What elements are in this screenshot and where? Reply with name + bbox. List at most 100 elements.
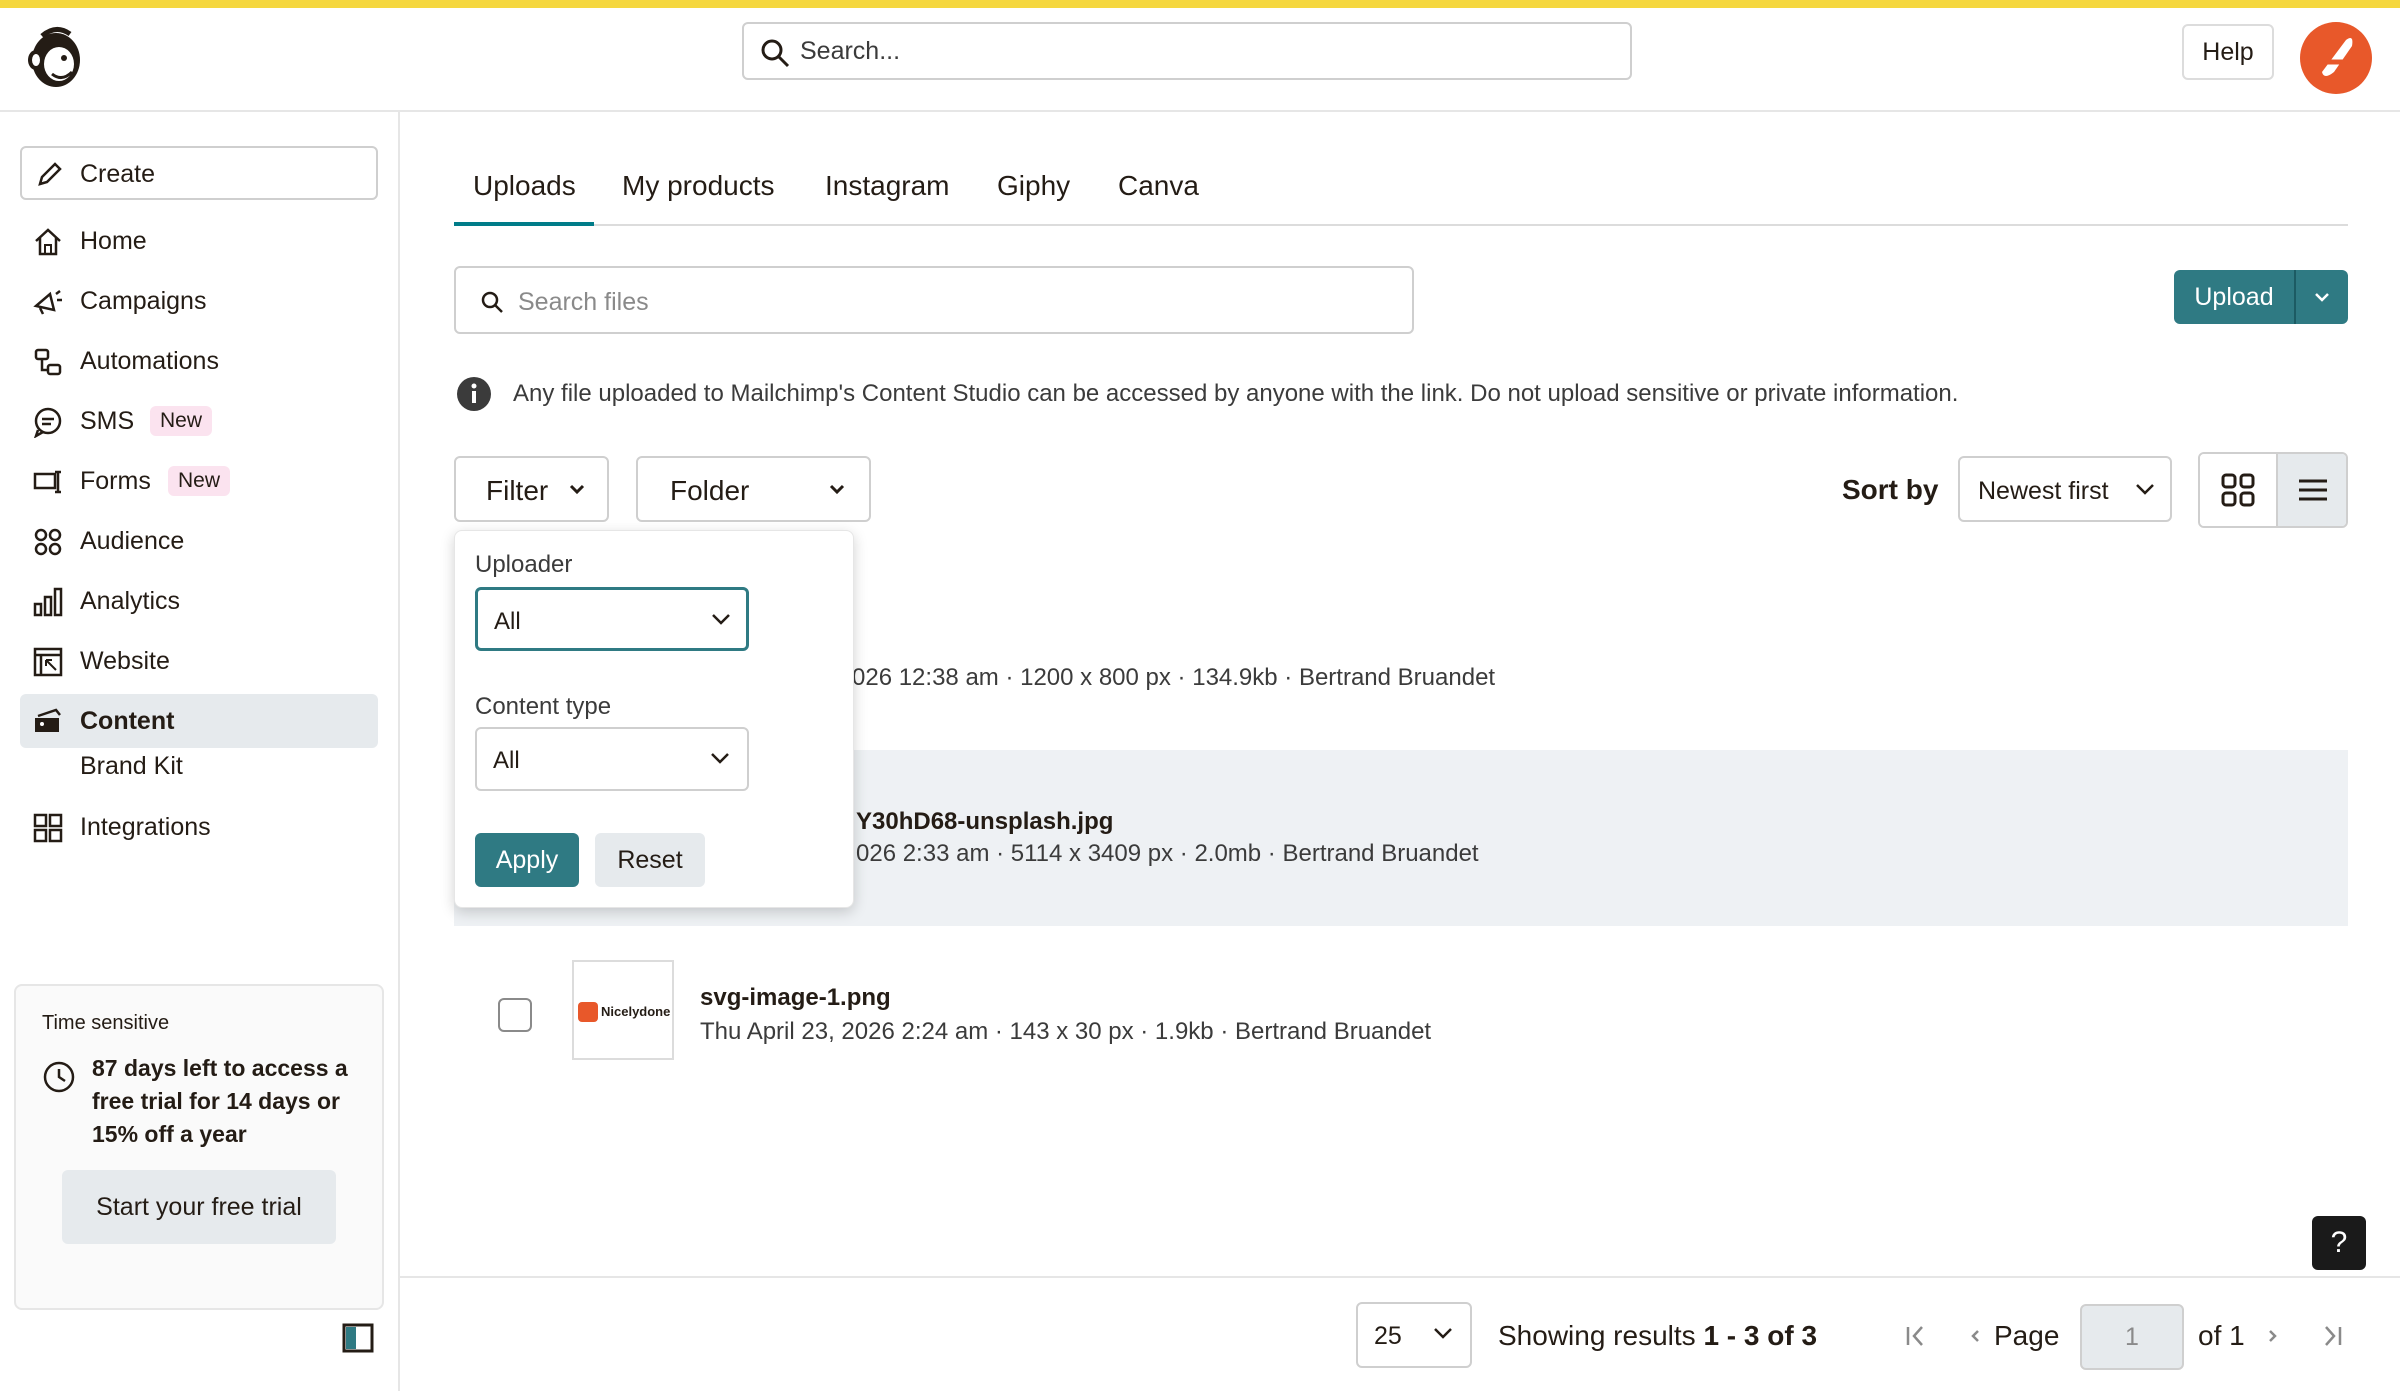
last-page-icon[interactable]: [2320, 1322, 2344, 1350]
sidebar-item-website[interactable]: Website: [20, 634, 378, 688]
row-checkbox[interactable]: [498, 998, 532, 1032]
sidebar-item-automations[interactable]: Automations: [20, 334, 378, 388]
sidebar-item-label: Integrations: [80, 813, 211, 841]
sort-select[interactable]: Newest first: [1958, 456, 2172, 522]
info-icon: [456, 376, 492, 412]
trial-message: 87 days left to access a free trial for …: [92, 1055, 348, 1147]
filter-button[interactable]: Filter: [454, 456, 609, 522]
chevron-down-icon: [2315, 293, 2329, 302]
start-free-trial-button[interactable]: Start your free trial: [62, 1170, 336, 1244]
page-number-input[interactable]: 1: [2080, 1304, 2184, 1370]
account-avatar[interactable]: [2300, 22, 2372, 94]
active-tab-indicator: [454, 222, 594, 226]
results-range: 1 - 3 of 3: [1703, 1320, 1818, 1351]
page-total: of 1: [2198, 1320, 2245, 1351]
file-search-placeholder: Search files: [518, 288, 649, 316]
forms-icon: [32, 466, 64, 498]
new-badge: New: [168, 466, 231, 496]
sidebar-item-integrations[interactable]: Integrations: [20, 800, 378, 854]
analytics-icon: [32, 586, 64, 618]
sms-icon: [32, 406, 64, 438]
sidebar-item-label: Content: [80, 707, 175, 735]
apply-button[interactable]: Apply: [475, 833, 579, 887]
sidebar-item-home[interactable]: Home: [20, 214, 378, 268]
tab-giphy[interactable]: Giphy: [997, 170, 1070, 202]
sidebar-item-sms[interactable]: SMS New: [20, 394, 378, 448]
folder-label: Folder: [670, 475, 750, 506]
previous-page-icon[interactable]: [1968, 1322, 1982, 1350]
page-label: Page: [1994, 1320, 2060, 1351]
mailchimp-logo-icon[interactable]: [22, 22, 86, 92]
content-type-select[interactable]: All: [475, 727, 749, 791]
top-accent-bar: [0, 0, 2400, 8]
file-name[interactable]: Y30hD68-unsplash.jpg: [856, 808, 1113, 836]
sidebar-item-label: Forms: [80, 467, 151, 495]
audience-icon: [32, 526, 64, 558]
tab-uploads[interactable]: Uploads: [473, 170, 576, 202]
trial-kicker: Time sensitive: [42, 1012, 170, 1034]
sidebar-item-label: Website: [80, 647, 170, 675]
sidebar-item-audience[interactable]: Audience: [20, 514, 378, 568]
help-button[interactable]: Help: [2182, 24, 2274, 80]
tab-my-products[interactable]: My products: [622, 170, 775, 202]
uploader-label: Uploader: [475, 551, 573, 578]
sidebar-item-campaigns[interactable]: Campaigns: [20, 274, 378, 328]
sidebar-item-forms[interactable]: Forms New: [20, 454, 378, 508]
tab-instagram[interactable]: Instagram: [825, 170, 950, 202]
content-type-value: All: [493, 747, 520, 774]
filter-popover: Uploader All Content type All Apply Rese…: [454, 530, 854, 908]
filter-label: Filter: [486, 475, 549, 506]
global-search-input[interactable]: Search...: [742, 22, 1632, 80]
sidebar-item-label: Home: [80, 227, 147, 255]
per-page-select[interactable]: 25: [1356, 1302, 1472, 1368]
help-question-button[interactable]: ?: [2312, 1216, 2366, 1270]
chevron-down-icon: [710, 612, 732, 626]
create-button[interactable]: Create: [20, 146, 378, 200]
per-page-value: 25: [1374, 1322, 1402, 1350]
integrations-icon: [32, 812, 64, 844]
grid-icon: [2221, 473, 2255, 507]
new-badge: New: [150, 406, 213, 436]
megaphone-icon: [32, 286, 64, 318]
list-icon: [2299, 479, 2327, 501]
privacy-notice: Any file uploaded to Mailchimp's Content…: [513, 380, 1959, 407]
uploader-value: All: [494, 608, 521, 635]
grid-view-button[interactable]: [2200, 454, 2276, 526]
search-icon: [480, 290, 504, 314]
list-view-button[interactable]: [2276, 454, 2346, 526]
first-page-icon[interactable]: [1904, 1322, 1928, 1350]
file-search-input[interactable]: Search files: [454, 266, 1414, 334]
website-icon: [32, 646, 64, 678]
sidebar-item-analytics[interactable]: Analytics: [20, 574, 378, 628]
file-meta: 026 12:38 am · 1200 x 800 px · 134.9kb ·…: [852, 664, 1496, 691]
uploader-select[interactable]: All: [475, 587, 749, 651]
home-icon: [32, 226, 64, 258]
search-placeholder: Search...: [800, 37, 901, 65]
file-thumbnail[interactable]: Nicelydone: [572, 960, 674, 1060]
chevron-down-icon: [568, 482, 586, 496]
sidebar-item-content[interactable]: Content: [20, 694, 378, 748]
file-name[interactable]: svg-image-1.png: [700, 984, 891, 1012]
pencil-icon: [36, 160, 64, 188]
upload-split-button: Upload: [2174, 270, 2348, 324]
automation-icon: [32, 346, 64, 378]
file-meta: 026 2:33 am · 5114 x 3409 px · 2.0mb · B…: [856, 840, 1479, 867]
reset-button[interactable]: Reset: [595, 833, 705, 887]
view-toggle: [2198, 452, 2348, 528]
results-summary: Showing results 1 - 3 of 3: [1498, 1320, 1817, 1352]
chevron-down-icon: [2134, 482, 2156, 496]
next-page-icon[interactable]: [2266, 1322, 2280, 1350]
sidebar-subitem-brand-kit[interactable]: Brand Kit: [80, 752, 183, 781]
search-icon: [760, 38, 790, 68]
sidebar-item-label: SMS: [80, 407, 135, 435]
folder-select[interactable]: Folder: [636, 456, 871, 522]
upload-dropdown-toggle[interactable]: [2296, 270, 2348, 324]
nicelydone-logo-icon: [578, 1002, 598, 1022]
results-prefix: Showing results: [1498, 1320, 1704, 1351]
content-icon: [32, 706, 64, 738]
tab-canva[interactable]: Canva: [1118, 170, 1199, 202]
tabs-divider: [454, 224, 2348, 226]
sidebar-collapse-icon[interactable]: [342, 1322, 374, 1354]
upload-button[interactable]: Upload: [2174, 270, 2294, 324]
sidebar-item-label: Audience: [80, 527, 185, 555]
